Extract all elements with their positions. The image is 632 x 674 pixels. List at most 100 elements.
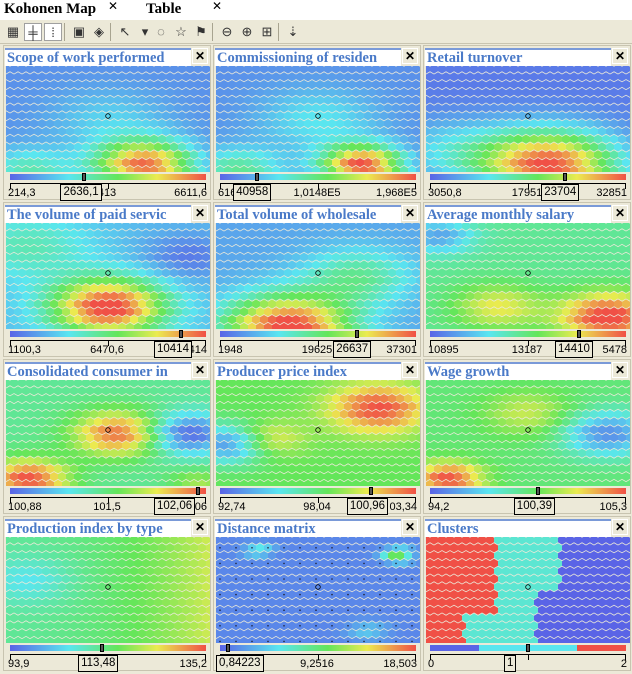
transfer-icon[interactable]: ⇣ [284, 23, 302, 41]
hex-cell [566, 223, 574, 231]
hex-cell [352, 543, 360, 553]
kohonen-hex-map[interactable] [426, 537, 630, 643]
zoom-in-icon[interactable]: ⊕ [238, 23, 256, 41]
hex-cell [558, 551, 566, 561]
map-panel[interactable]: Producer price index ✕ 92,74 98,04 03,34… [213, 359, 421, 515]
hex-cell [6, 315, 10, 325]
close-icon[interactable]: ✕ [612, 205, 628, 221]
scale-marker[interactable] [82, 173, 87, 181]
hex-cell [126, 322, 134, 329]
zoom-out-icon[interactable]: ⊖ [218, 23, 236, 41]
kohonen-hex-map[interactable] [216, 537, 420, 643]
tab-table[interactable]: Table [146, 1, 181, 18]
hex-cell [170, 268, 178, 278]
hex-cell [426, 394, 430, 404]
hex-cell [602, 433, 610, 443]
hex-cell [216, 629, 220, 639]
close-icon[interactable]: ✕ [402, 48, 418, 64]
hex-cell [14, 621, 22, 631]
map-panel[interactable]: Retail turnover ✕ 3050,8 17951 32851 237… [423, 45, 631, 201]
map-panel[interactable]: Production index by type ✕ 93,9 5 135,2 … [3, 516, 211, 672]
kohonen-hex-map[interactable] [6, 537, 210, 643]
map-panel[interactable]: Distance matrix ✕ 5 9,2516 18,503 0,8422… [213, 516, 421, 672]
scale-marker[interactable] [576, 330, 581, 338]
scale-marker[interactable] [526, 644, 530, 652]
close-icon[interactable]: ✕ [612, 48, 628, 64]
map-panel[interactable]: The volume of paid servic ✕ 1100,3 6470,… [3, 202, 211, 358]
scale-marker[interactable] [535, 487, 540, 495]
kohonen-hex-map[interactable] [6, 66, 210, 172]
tab-kohonen-map[interactable]: Kohonen Map [4, 1, 96, 18]
map-panel[interactable]: Average monthly salary ✕ 10895 13187 547… [423, 202, 631, 358]
hex-cell [216, 537, 220, 545]
scale-marker[interactable] [196, 487, 201, 495]
close-icon[interactable]: ✕ [402, 519, 418, 535]
scale-marker[interactable] [178, 330, 183, 338]
hex-cell [150, 433, 158, 443]
close-icon[interactable]: ✕ [192, 362, 208, 378]
scale-marker[interactable] [355, 330, 360, 338]
close-icon[interactable]: ✕ [192, 205, 208, 221]
hex-cell [244, 551, 252, 561]
close-icon[interactable]: ✕ [402, 362, 418, 378]
hex-cell [158, 307, 166, 317]
hex-cell [252, 537, 260, 545]
scale-marker[interactable] [100, 644, 105, 652]
hex-cell [478, 237, 486, 247]
star-select-icon[interactable]: ☆ [172, 23, 190, 41]
hex-cell [586, 605, 594, 615]
hex-cell [598, 582, 606, 592]
kohonen-hex-map[interactable] [6, 380, 210, 486]
hex-cell [340, 237, 348, 247]
hex-cell [574, 268, 582, 278]
kohonen-hex-map[interactable] [216, 223, 420, 329]
hex-cell [586, 322, 594, 329]
export-icon[interactable]: ◈ [90, 23, 108, 41]
close-icon[interactable]: ✕ [402, 205, 418, 221]
hex-cell [438, 472, 446, 482]
hex-cell [526, 566, 534, 576]
scale-marker[interactable] [368, 487, 373, 495]
map-panel[interactable]: Wage growth ✕ 94,2 9 105,3 100,39 [423, 359, 631, 515]
hex-cell [542, 597, 550, 607]
map-panel[interactable]: Clusters ✕ 0 2 1 [423, 516, 631, 672]
lasso-icon[interactable]: ◌ [152, 23, 170, 41]
map-panel[interactable]: Commissioning of residen ✕ 616 1,0148E5 … [213, 45, 421, 201]
select-pointer-icon[interactable]: ↖ [116, 23, 134, 41]
kohonen-hex-map[interactable] [216, 66, 420, 172]
hex-cell [566, 597, 574, 607]
kohonen-hex-map[interactable] [216, 380, 420, 486]
hex-cell [26, 537, 34, 545]
hex-cell [594, 574, 602, 584]
close-icon[interactable]: ✕ [192, 519, 208, 535]
scale-marker[interactable] [563, 173, 568, 181]
hex-cell [34, 252, 42, 262]
close-icon[interactable]: ✕ [192, 48, 208, 64]
hex-cell [368, 165, 376, 172]
hex-cell [522, 150, 530, 160]
scale-marker[interactable] [225, 644, 230, 652]
close-icon[interactable]: ✕ [612, 519, 628, 535]
close-icon[interactable]: ✕ [108, 0, 118, 13]
map-panel[interactable]: Total volume of wholesale ✕ 1948 19625 3… [213, 202, 421, 358]
close-icon[interactable]: ✕ [212, 0, 222, 13]
kohonen-hex-map[interactable] [426, 66, 630, 172]
kohonen-hex-map[interactable] [6, 223, 210, 329]
hex-cell [594, 464, 602, 474]
map-panel[interactable]: Consolidated consumer in ✕ 100,88 101,5 … [3, 359, 211, 515]
scale-marker[interactable] [255, 173, 260, 181]
flag-icon[interactable]: ⚑ [192, 23, 210, 41]
hex-cell [348, 629, 356, 639]
layout-icon[interactable]: ⊞ [258, 23, 276, 41]
hex-cell [312, 401, 320, 411]
hex-cell [46, 464, 54, 474]
properties-icon[interactable]: ▣ [70, 23, 88, 41]
kohonen-hex-map[interactable] [426, 380, 630, 486]
palette-icon[interactable]: ⁞ [44, 23, 62, 41]
close-icon[interactable]: ✕ [612, 362, 628, 378]
hex-cell [454, 394, 462, 404]
grid-icon[interactable]: ▦ [4, 23, 22, 41]
hex-grid-icon[interactable]: ╪ [24, 23, 42, 41]
map-panel[interactable]: Scope of work performed ✕ 214,3 413 6611… [3, 45, 211, 201]
kohonen-hex-map[interactable] [426, 223, 630, 329]
